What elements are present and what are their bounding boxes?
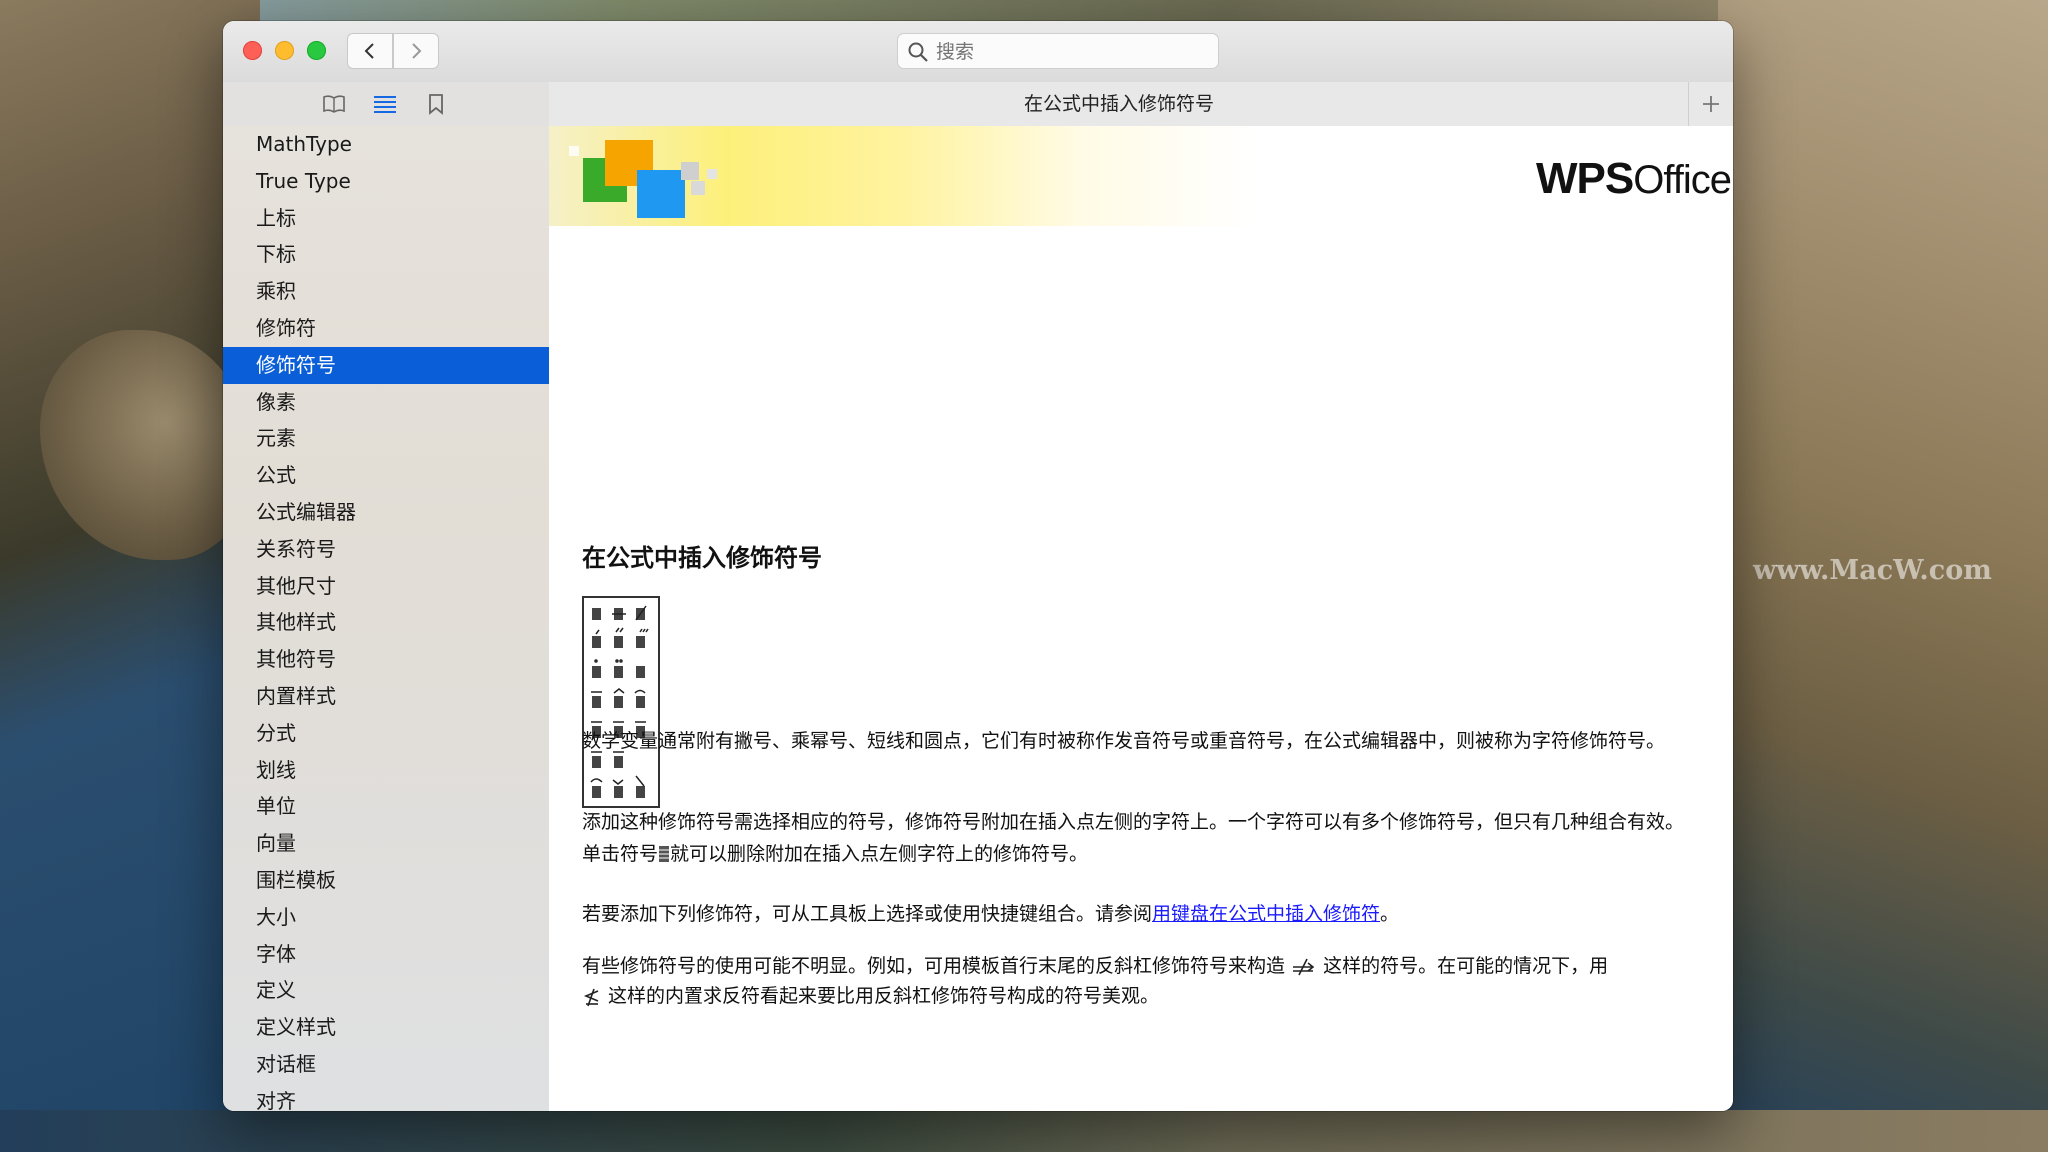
tab-title[interactable]: 在公式中插入修饰符号 [549, 82, 1689, 126]
wps-squares-logo [569, 140, 717, 218]
close-button[interactable] [243, 41, 262, 60]
paragraph-4-part-c: 这样的内置求反符看起来要比用反斜杠修饰符号构成的符号美观。 [608, 985, 1160, 1007]
sidebar-item[interactable]: 对话框 [223, 1046, 549, 1083]
sidebar-item[interactable]: 划线 [223, 752, 549, 789]
bookmark-icon [429, 94, 443, 115]
paragraph-3-part-a: 若要添加下列修饰符，可从工具板上选择或使用快捷键组合。请参阅 [582, 903, 1153, 925]
paragraph-2-part-b: 就可以删除附加在插入点左侧字符上的修饰符号。 [670, 843, 1089, 865]
chevron-right-icon [412, 43, 422, 59]
sidebar-item[interactable]: 下标 [223, 236, 549, 273]
search-icon [908, 42, 928, 62]
sidebar-item[interactable]: True Type [223, 163, 549, 200]
article-heading: 在公式中插入修饰符号 [582, 543, 822, 572]
sidebar-item[interactable]: 字体 [223, 936, 549, 973]
sidebar-item[interactable]: 像素 [223, 384, 549, 421]
sidebar-list: MathType True Type 上标 下标 乘积 修饰符 修饰符号 像素 元素 公式 公式编辑… [223, 126, 549, 1111]
sidebar-item[interactable]: 分式 [223, 715, 549, 752]
sidebar-item[interactable]: 向量 [223, 825, 549, 862]
sidebar-toolbar [223, 82, 549, 127]
forward-button[interactable] [393, 33, 439, 69]
wps-office-logo: WPSOffice [1536, 154, 1732, 204]
zoom-button[interactable] [307, 41, 326, 60]
search-field[interactable] [897, 33, 1219, 69]
search-input[interactable] [934, 37, 1208, 67]
content-pane: WPSOffice 在公式中插入修饰符号 数学变量通常附有撇号、乘幂号、短线和圆… [549, 126, 1733, 1111]
sidebar-item[interactable]: 单位 [223, 788, 549, 825]
desktop-wallpaper-left [0, 0, 260, 1152]
sidebar-item[interactable]: 修饰符号 [223, 346, 549, 384]
embellishment-palette-image [582, 596, 660, 808]
logo-office-text: Office [1633, 158, 1732, 202]
sidebar-item[interactable]: 围栏模板 [223, 862, 549, 899]
watermark: www.MacW.com [1753, 555, 1992, 586]
chevron-left-icon [364, 43, 374, 59]
minimize-button[interactable] [275, 41, 294, 60]
toc-button[interactable] [370, 90, 400, 118]
sidebar-item[interactable]: 元素 [223, 420, 549, 457]
tab-bar: 在公式中插入修饰符号 [549, 82, 1733, 127]
sidebar-item[interactable]: 其他符号 [223, 641, 549, 678]
sidebar-item[interactable]: 乘积 [223, 273, 549, 310]
keyboard-embellishment-link[interactable]: 用键盘在公式中插入修饰符 [1152, 903, 1380, 925]
paragraph-2: 添加这种修饰符号需选择相应的符号，修饰符号附加在插入点左侧的字符上。一个字符可以… [582, 806, 1702, 870]
sidebar-item[interactable]: 公式编辑器 [223, 494, 549, 531]
list-icon [374, 96, 396, 113]
sidebar-item[interactable]: 大小 [223, 899, 549, 936]
sidebar-item[interactable]: 定义 [223, 972, 549, 1009]
sidebar-item[interactable]: 关系符号 [223, 531, 549, 568]
wps-banner: WPSOffice [549, 126, 1733, 226]
logo-wps-text: WPS [1536, 154, 1634, 203]
back-button[interactable] [347, 33, 393, 69]
paragraph-4-part-b: 这样的符号。在可能的情况下，用 [1323, 955, 1609, 977]
book-icon [323, 95, 345, 113]
sidebar-item[interactable]: 定义样式 [223, 1009, 549, 1046]
embellishment-palette-icon [590, 605, 649, 798]
bookmark-button[interactable] [421, 90, 451, 118]
paragraph-1: 数学变量通常附有撇号、乘幂号、短线和圆点，它们有时被称作发音符号或重音符号，在公… [582, 730, 1666, 752]
sidebar-item[interactable]: 公式 [223, 457, 549, 494]
sidebar-item[interactable]: 对齐 [223, 1083, 549, 1111]
sidebar-item[interactable]: 其他尺寸 [223, 568, 549, 605]
placeholder-slot-icon [659, 846, 670, 862]
paragraph-3-part-b: 。 [1380, 903, 1400, 925]
sidebar-item[interactable]: 其他样式 [223, 604, 549, 641]
new-tab-button[interactable] [1688, 82, 1733, 126]
desktop-wallpaper-bottom [0, 1110, 2048, 1152]
sidebar-item[interactable]: MathType [223, 126, 549, 163]
negated-symbol-icon [583, 988, 599, 1007]
library-button[interactable] [319, 90, 349, 118]
help-viewer-window: MathTypeTrue Type上标下标乘积修饰符修饰符号像素元素公式公式编辑… [223, 21, 1733, 1111]
paragraph-4: 有些修饰符号的使用可能不明显。例如，可用模板首行末尾的反斜杠修饰符号来构造 这样… [582, 951, 1707, 1011]
titlebar [223, 21, 1733, 83]
sidebar: MathType True Type 上标 下标 乘积 修饰符 修饰符号 像素 元素 公式 公式编辑… [223, 126, 550, 1111]
sidebar-item[interactable]: 内置样式 [223, 678, 549, 715]
sidebar-item[interactable]: 上标 [223, 200, 549, 237]
paragraph-3: 若要添加下列修饰符，可从工具板上选择或使用快捷键组合。请参阅用键盘在公式中插入修… [582, 899, 1702, 929]
not-right-arrow-icon [1293, 958, 1315, 976]
plus-icon [1703, 96, 1719, 112]
sidebar-item[interactable]: 修饰符 [223, 310, 549, 347]
paragraph-4-part-a: 有些修饰符号的使用可能不明显。例如，可用模板首行末尾的反斜杠修饰符号来构造 [582, 955, 1286, 977]
